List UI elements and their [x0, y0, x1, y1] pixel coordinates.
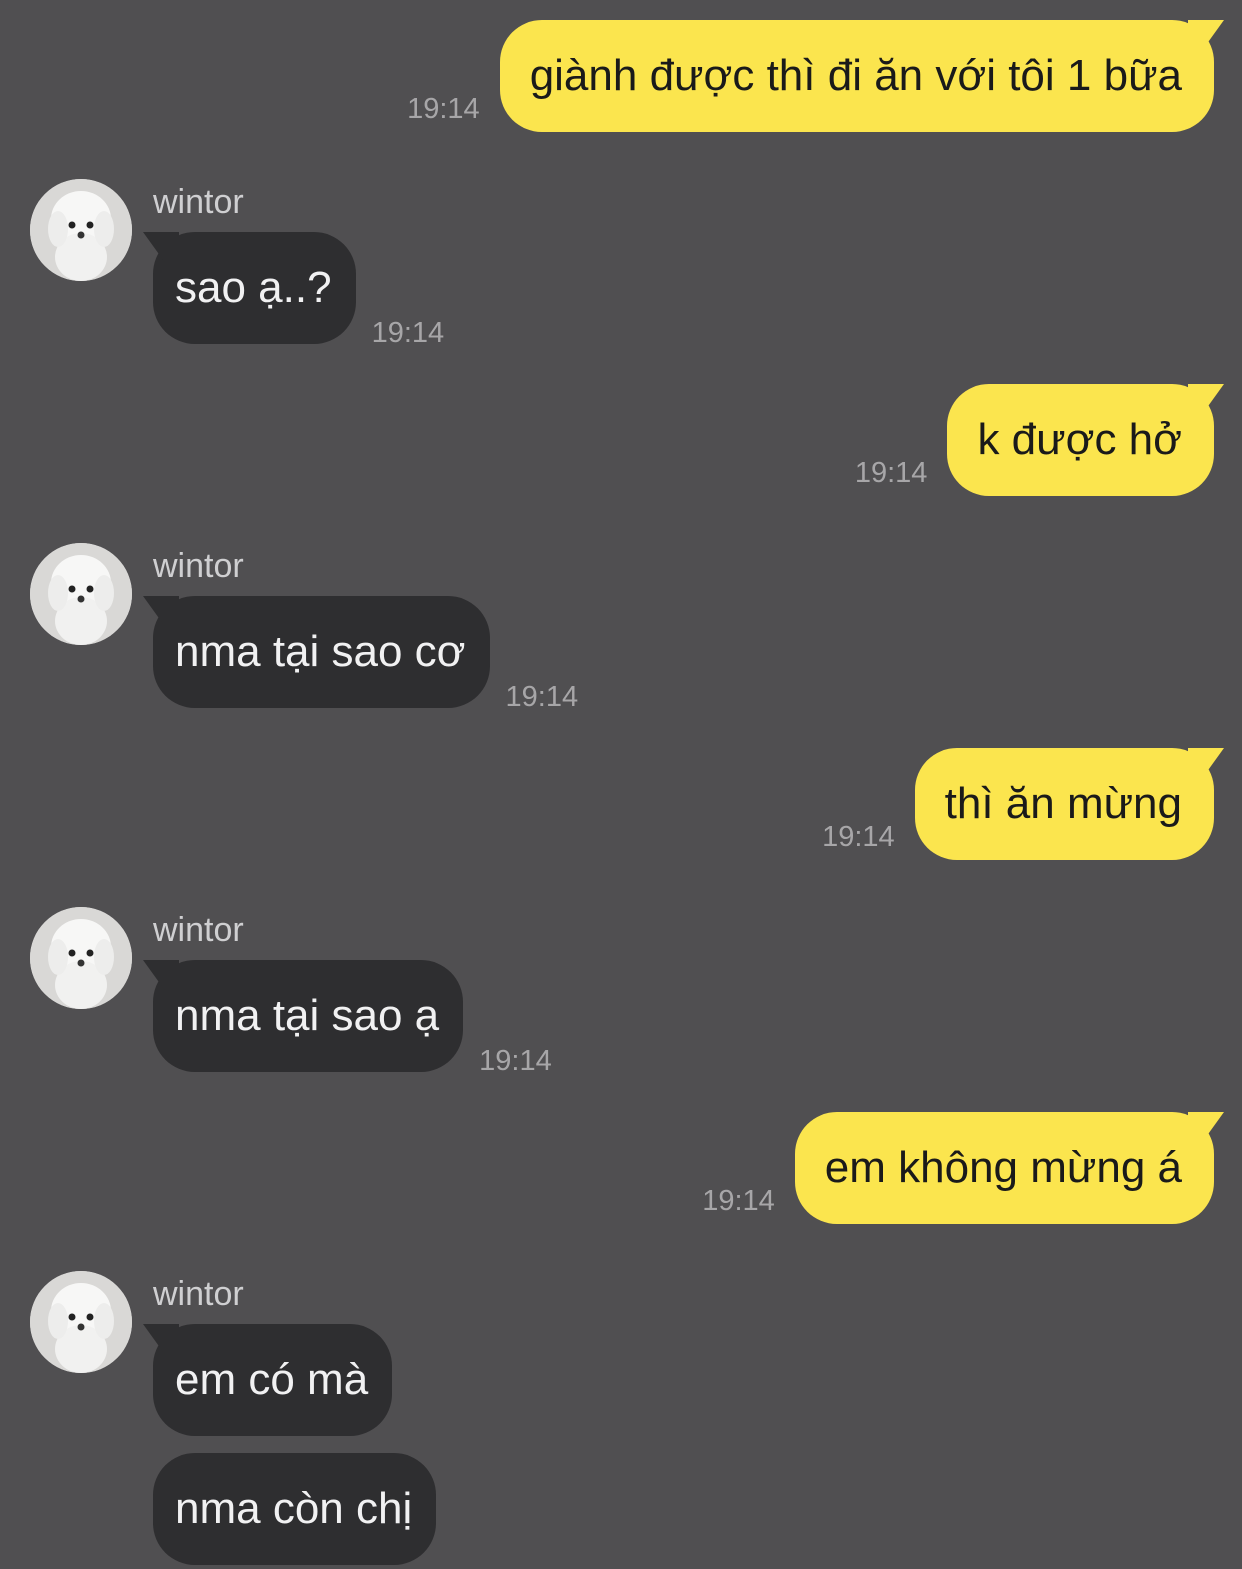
sender-name: wintor [153, 911, 244, 949]
message-row-incoming: nma tại sao ạ 19:14 [153, 960, 552, 1077]
message-timestamp: 19:14 [854, 457, 928, 489]
message-bubble-incoming[interactable]: nma tại sao cơ [153, 596, 490, 708]
dog-avatar-icon[interactable] [30, 907, 132, 1009]
message-timestamp: 19:14 [822, 821, 895, 853]
message-bubble-incoming[interactable]: nma còn chị [153, 1453, 437, 1565]
dog-avatar-icon[interactable] [30, 543, 132, 645]
message-row-outgoing: 19:14 thì ăn mừng [822, 748, 1214, 860]
message-row-outgoing: 19:14 em không mừng á [702, 1112, 1214, 1224]
sender-name: wintor [153, 547, 244, 585]
message-row-incoming: nma tại sao cơ 19:14 [153, 596, 578, 713]
chat-thread: 19:14 giành được thì đi ăn với tôi 1 bữa… [0, 0, 1242, 1569]
message-bubble-incoming[interactable]: em có mà [153, 1324, 393, 1436]
message-row-incoming: nma còn chị [153, 1453, 437, 1565]
message-bubble-outgoing[interactable]: k được hở [947, 384, 1214, 496]
message-bubble-outgoing[interactable]: thì ăn mừng [914, 748, 1214, 860]
message-timestamp: 19:14 [407, 93, 480, 125]
sender-name: wintor [153, 1275, 244, 1313]
message-bubble-outgoing[interactable]: em không mừng á [794, 1112, 1214, 1224]
message-timestamp: 19:14 [702, 1185, 775, 1217]
dog-avatar-icon[interactable] [30, 179, 132, 281]
message-bubble-incoming[interactable]: nma tại sao ạ [153, 960, 464, 1072]
message-row-incoming: sao ạ..? 19:14 [153, 232, 444, 349]
message-timestamp: 19:14 [505, 681, 579, 713]
message-row-outgoing: 19:14 giành được thì đi ăn với tôi 1 bữa [407, 20, 1214, 132]
dog-avatar-icon[interactable] [30, 1271, 132, 1373]
message-timestamp: 19:14 [479, 1045, 552, 1077]
message-row-outgoing: 19:14 k được hở [855, 384, 1214, 496]
message-bubble-incoming[interactable]: sao ạ..? [153, 232, 356, 344]
message-row-incoming: em có mà [153, 1324, 393, 1436]
message-bubble-outgoing[interactable]: giành được thì đi ăn với tôi 1 bữa [499, 20, 1214, 132]
sender-name: wintor [153, 183, 244, 221]
message-timestamp: 19:14 [371, 317, 445, 349]
